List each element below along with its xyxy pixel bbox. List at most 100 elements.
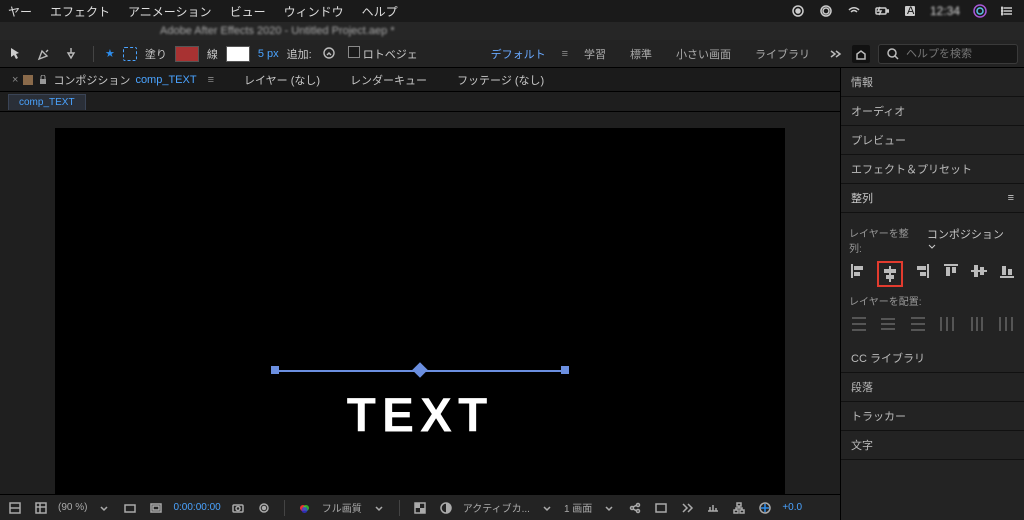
menu-animation[interactable]: アニメーション	[128, 3, 212, 20]
snapshot-icon[interactable]	[229, 499, 247, 517]
chevron-down-icon[interactable]	[370, 499, 388, 517]
siri-icon[interactable]	[972, 3, 988, 19]
share-icon[interactable]	[626, 499, 644, 517]
tab-composition[interactable]: × コンポジション comp_TEXT ≡	[8, 69, 218, 91]
separator	[284, 500, 285, 516]
handle-center[interactable]	[412, 362, 428, 378]
timeline-icon[interactable]	[704, 499, 722, 517]
handle-left[interactable]	[271, 366, 279, 374]
close-tab-icon[interactable]: ×	[12, 74, 18, 86]
tab-renderqueue[interactable]: レンダーキュー	[346, 69, 431, 91]
help-search[interactable]	[878, 44, 1018, 64]
input-icon[interactable]: A	[902, 3, 918, 19]
grid-toggle-icon[interactable]	[32, 499, 50, 517]
tab-comp-name: comp_TEXT	[135, 74, 196, 86]
align-bottom-icon[interactable]	[998, 261, 1016, 281]
menu-layer[interactable]: ヤー	[8, 3, 32, 20]
composition-viewer[interactable]: TEXT	[0, 112, 840, 494]
menu-effect[interactable]: エフェクト	[50, 3, 110, 20]
add-dropdown-icon[interactable]	[320, 44, 340, 64]
camera-label[interactable]: アクティブカ...	[463, 500, 530, 515]
wifi-icon[interactable]	[846, 3, 862, 19]
align-horizontal-group	[849, 261, 1016, 287]
pentool-icon[interactable]	[34, 44, 54, 64]
workspace-default[interactable]: デフォルト	[483, 44, 554, 64]
workspace-menu-icon[interactable]: ≡	[562, 48, 568, 60]
menu-window[interactable]: ウィンドウ	[284, 3, 344, 20]
panel-paragraph[interactable]: 段落	[841, 373, 1024, 402]
stroke-width[interactable]: 5 px	[258, 48, 279, 60]
battery-icon[interactable]	[874, 3, 890, 19]
flowchart-icon[interactable]	[730, 499, 748, 517]
stroke-swatch[interactable]	[226, 46, 250, 62]
home-icon[interactable]	[852, 45, 870, 63]
chevron-down-icon[interactable]	[600, 499, 618, 517]
workspace-standard[interactable]: 標準	[622, 44, 660, 64]
star-toggle[interactable]: ★	[105, 47, 115, 60]
pixel-aspect-icon[interactable]	[652, 499, 670, 517]
align-right-icon[interactable]	[913, 261, 931, 281]
selection-tool-icon[interactable]	[6, 44, 26, 64]
panel-info[interactable]: 情報	[841, 68, 1024, 97]
workspace-library[interactable]: ライブラリ	[747, 44, 818, 64]
workspace-overflow-icon[interactable]	[826, 45, 844, 63]
mask-toggle-icon[interactable]	[437, 499, 455, 517]
channel-icon[interactable]	[296, 499, 314, 517]
record-icon[interactable]	[790, 3, 806, 19]
distribute-group	[849, 314, 1016, 334]
text-layer[interactable]: TEXT	[347, 389, 494, 444]
align-vcenter-icon[interactable]	[970, 261, 988, 281]
resolution-icon[interactable]	[121, 499, 139, 517]
tab-layer[interactable]: レイヤー (なし)	[240, 69, 324, 91]
sync-icon[interactable]	[818, 3, 834, 19]
distribute-top-icon	[849, 314, 869, 334]
exposure-reset-icon[interactable]	[756, 499, 774, 517]
subtab-comp[interactable]: comp_TEXT	[8, 94, 86, 110]
separator	[93, 46, 94, 62]
safezone-icon[interactable]	[147, 499, 165, 517]
align-left-icon[interactable]	[849, 261, 867, 281]
align-hcenter-icon[interactable]	[880, 264, 900, 284]
panel-menu-icon[interactable]: ≡	[1008, 192, 1014, 204]
align-to-dropdown[interactable]: コンポジション	[927, 226, 1016, 255]
distribute-right-icon	[997, 314, 1017, 334]
list-icon[interactable]	[1000, 3, 1016, 19]
composition-canvas[interactable]: TEXT	[55, 128, 785, 494]
zoom-value[interactable]: (90 %)	[58, 502, 87, 513]
pin-icon[interactable]	[62, 44, 82, 64]
panel-align-header[interactable]: 整列 ≡	[841, 184, 1024, 213]
rotobezier-checkbox[interactable]: ロトベジェ	[348, 46, 418, 62]
panel-audio[interactable]: オーディオ	[841, 97, 1024, 126]
align-top-icon[interactable]	[941, 261, 959, 281]
show-snapshot-icon[interactable]	[255, 499, 273, 517]
menubar-clock[interactable]: 12:34	[930, 4, 960, 18]
comp-color-swatch	[23, 75, 33, 85]
tab-footage[interactable]: フッテージ (なし)	[453, 69, 548, 91]
views-label[interactable]: 1 画面	[564, 500, 592, 515]
fast-preview-icon[interactable]	[678, 499, 696, 517]
tab-panel-menu-icon[interactable]: ≡	[208, 74, 214, 86]
workspace-small[interactable]: 小さい画面	[668, 44, 739, 64]
mask-mode-icon[interactable]	[123, 47, 137, 61]
resolution-label[interactable]: フル画質	[322, 500, 362, 515]
distribute-vcenter-icon	[879, 314, 899, 334]
exposure-value[interactable]: +0.0	[782, 502, 802, 513]
panel-align-body: レイヤーを整列: コンポジション レイヤーを配置:	[841, 213, 1024, 344]
panel-tracker[interactable]: トラッカー	[841, 402, 1024, 431]
workspace-learn[interactable]: 学習	[576, 44, 614, 64]
transparency-grid-icon[interactable]	[411, 499, 429, 517]
menu-help[interactable]: ヘルプ	[362, 3, 398, 20]
chevron-down-icon[interactable]	[538, 499, 556, 517]
right-sidebar: 情報 オーディオ プレビュー エフェクト＆プリセット 整列 ≡ レイヤーを整列:…	[840, 68, 1024, 520]
panel-cclib[interactable]: CC ライブラリ	[841, 344, 1024, 373]
panel-effects[interactable]: エフェクト＆プリセット	[841, 155, 1024, 184]
fill-swatch[interactable]	[175, 46, 199, 62]
magnify-icon[interactable]	[6, 499, 24, 517]
panel-character[interactable]: 文字	[841, 431, 1024, 460]
current-time[interactable]: 0:00:00:00	[173, 502, 220, 513]
menu-view[interactable]: ビュー	[230, 3, 266, 20]
chevron-down-icon[interactable]	[95, 499, 113, 517]
help-search-input[interactable]	[906, 48, 1011, 60]
handle-right[interactable]	[561, 366, 569, 374]
panel-preview[interactable]: プレビュー	[841, 126, 1024, 155]
